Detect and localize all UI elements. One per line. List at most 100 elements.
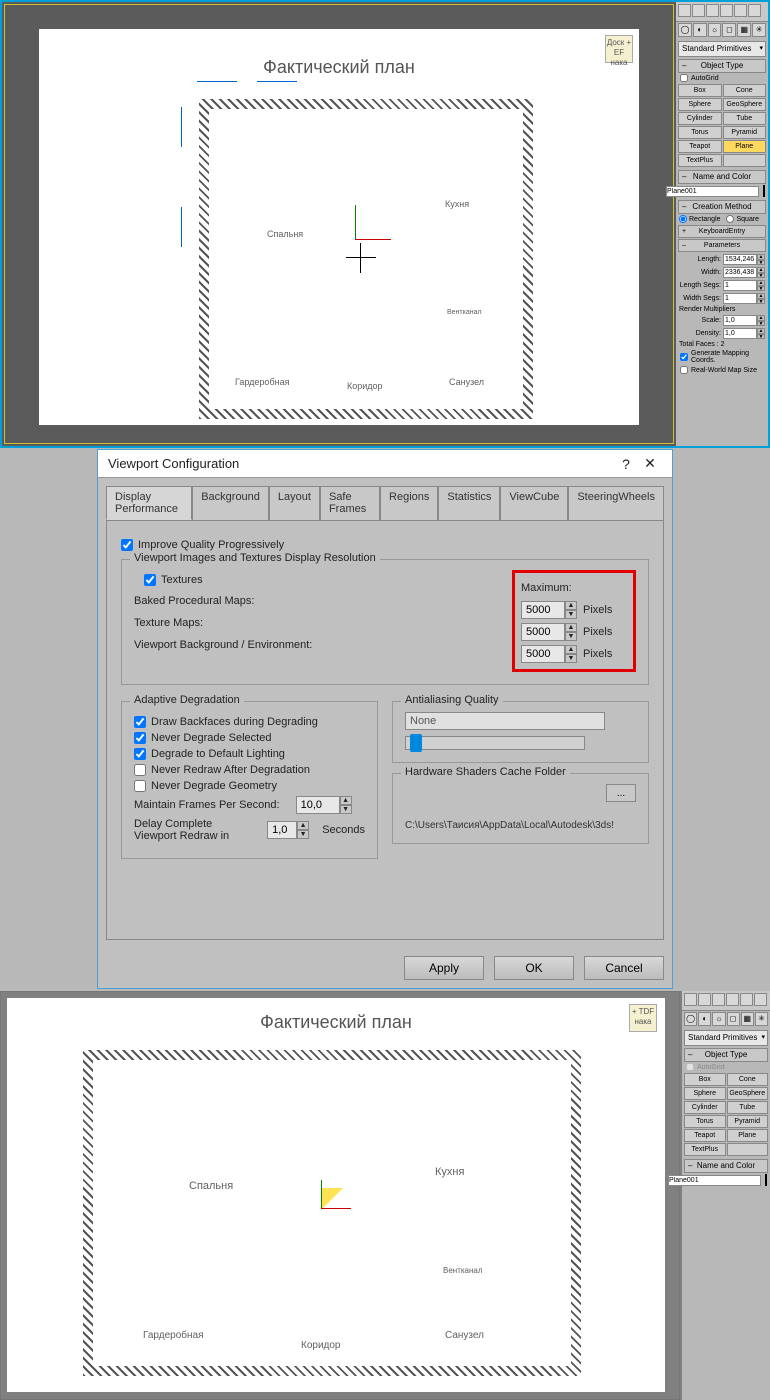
obj-btn-sphere[interactable]: Sphere xyxy=(678,98,722,111)
spinner-down-icon[interactable]: ▼ xyxy=(757,299,765,305)
density-input[interactable] xyxy=(723,328,757,339)
spinner-down-icon[interactable]: ▼ xyxy=(565,654,577,663)
tool-icon[interactable] xyxy=(712,993,725,1006)
width-segs-input[interactable] xyxy=(723,293,757,304)
spinner-up-icon[interactable]: ▲ xyxy=(565,601,577,610)
obj-btn-textplus[interactable]: TextPlus xyxy=(684,1143,726,1156)
obj-btn-geosphere[interactable]: GeoSphere xyxy=(727,1087,769,1100)
obj-btn-torus[interactable]: Torus xyxy=(684,1115,726,1128)
spacewarps-icon[interactable]: ✳ xyxy=(755,1012,768,1026)
shapes-icon[interactable]: ◐ xyxy=(698,1012,711,1026)
obj-btn-geosphere[interactable]: GeoSphere xyxy=(723,98,767,111)
tab-background[interactable]: Background xyxy=(192,486,269,520)
color-swatch[interactable] xyxy=(765,1174,767,1186)
obj-btn-plane[interactable]: Plane xyxy=(727,1129,769,1142)
never-redraw-checkbox[interactable] xyxy=(134,764,146,776)
spinner-up-icon[interactable]: ▲ xyxy=(565,645,577,654)
object-name-input[interactable] xyxy=(666,186,759,197)
cameras-icon[interactable]: ◻ xyxy=(727,1012,740,1026)
realworld-checkbox[interactable] xyxy=(680,366,688,374)
color-swatch[interactable] xyxy=(763,185,765,197)
viewport-frame[interactable]: Фактический план Спальня Кухня Гардеробн… xyxy=(4,4,674,444)
scale-input[interactable] xyxy=(723,315,757,326)
primitive-set-dropdown[interactable]: Standard Primitives xyxy=(684,1030,768,1046)
object-type-header[interactable]: Object Type xyxy=(678,59,766,73)
baked-input[interactable] xyxy=(521,601,565,619)
slider-thumb-icon[interactable] xyxy=(410,734,422,752)
object-name-input[interactable] xyxy=(668,1175,761,1186)
help-button[interactable]: ? xyxy=(614,456,638,472)
spinner-down-icon[interactable]: ▼ xyxy=(297,830,309,839)
tool-icon[interactable] xyxy=(692,4,705,17)
tab-display-performance[interactable]: Display Performance xyxy=(106,486,192,520)
tab-regions[interactable]: Regions xyxy=(380,486,438,520)
radio-square[interactable] xyxy=(726,215,734,223)
cancel-button[interactable]: Cancel xyxy=(584,956,664,980)
ok-button[interactable]: OK xyxy=(494,956,574,980)
tab-steeringwheels[interactable]: SteeringWheels xyxy=(568,486,664,520)
degrade-default-checkbox[interactable] xyxy=(134,748,146,760)
tool-icon[interactable] xyxy=(706,4,719,17)
spacewarps-icon[interactable]: ✳ xyxy=(752,23,766,37)
spinner-down-icon[interactable]: ▼ xyxy=(565,610,577,619)
never-degrade-geo-checkbox[interactable] xyxy=(134,780,146,792)
spinner-down-icon[interactable]: ▼ xyxy=(757,334,765,340)
obj-btn-pyramid[interactable]: Pyramid xyxy=(727,1115,769,1128)
aa-slider[interactable] xyxy=(405,736,585,750)
tab-layout[interactable]: Layout xyxy=(269,486,320,520)
name-color-header[interactable]: Name and Color xyxy=(684,1159,768,1173)
delay-input[interactable] xyxy=(267,821,297,839)
length-segs-input[interactable] xyxy=(723,280,757,291)
geometry-icon[interactable]: ◯ xyxy=(684,1012,697,1026)
obj-btn-tube[interactable]: Tube xyxy=(723,112,767,125)
spinner-up-icon[interactable]: ▲ xyxy=(340,796,352,805)
viewport-frame[interactable]: etric ] [ Edged Faces ] Фактический план… xyxy=(0,991,680,1400)
object-type-header[interactable]: Object Type xyxy=(684,1048,768,1062)
obj-btn-sphere[interactable]: Sphere xyxy=(684,1087,726,1100)
close-button[interactable]: ✕ xyxy=(638,455,662,472)
primitive-set-dropdown[interactable]: Standard Primitives xyxy=(678,41,766,57)
never-degrade-sel-checkbox[interactable] xyxy=(134,732,146,744)
gen-mapping-checkbox[interactable] xyxy=(680,353,688,361)
spinner-down-icon[interactable]: ▼ xyxy=(757,260,765,266)
obj-btn-cone[interactable]: Cone xyxy=(723,84,767,97)
obj-btn-cylinder[interactable]: Cylinder xyxy=(678,112,722,125)
dialog-titlebar[interactable]: Viewport Configuration ? ✕ xyxy=(98,450,672,478)
spinner-down-icon[interactable]: ▼ xyxy=(757,273,765,279)
shapes-icon[interactable]: ◐ xyxy=(693,23,707,37)
obj-btn-cone[interactable]: Cone xyxy=(727,1073,769,1086)
spinner-up-icon[interactable]: ▲ xyxy=(297,821,309,830)
spinner-up-icon[interactable]: ▲ xyxy=(565,623,577,632)
helpers-icon[interactable]: ▦ xyxy=(741,1012,754,1026)
browse-button[interactable]: ... xyxy=(606,784,636,802)
obj-btn-box[interactable]: Box xyxy=(678,84,722,97)
name-color-header[interactable]: Name and Color xyxy=(678,170,766,184)
helpers-icon[interactable]: ▦ xyxy=(737,23,751,37)
obj-btn-cylinder[interactable]: Cylinder xyxy=(684,1101,726,1114)
obj-btn-teapot[interactable]: Teapot xyxy=(684,1129,726,1142)
tab-viewcube[interactable]: ViewCube xyxy=(500,486,568,520)
spinner-down-icon[interactable]: ▼ xyxy=(565,632,577,641)
obj-btn-plane[interactable]: Plane xyxy=(723,140,767,153)
creation-method-header[interactable]: Creation Method xyxy=(678,200,766,214)
tool-icon[interactable] xyxy=(720,4,733,17)
tool-icon[interactable] xyxy=(748,4,761,17)
tool-icon[interactable] xyxy=(740,993,753,1006)
tool-icon[interactable] xyxy=(726,993,739,1006)
keyboard-entry-rollout[interactable]: KeyboardEntry xyxy=(678,225,766,238)
tool-icon[interactable] xyxy=(684,993,697,1006)
tab-safe-frames[interactable]: Safe Frames xyxy=(320,486,380,520)
tab-statistics[interactable]: Statistics xyxy=(438,486,500,520)
obj-btn-textplus[interactable]: TextPlus xyxy=(678,154,722,167)
length-input[interactable] xyxy=(723,254,757,265)
tool-icon[interactable] xyxy=(698,993,711,1006)
fps-input[interactable] xyxy=(296,796,340,814)
tool-icon[interactable] xyxy=(754,993,767,1006)
lights-icon[interactable]: ☼ xyxy=(712,1012,725,1026)
parameters-rollout[interactable]: Parameters xyxy=(678,239,766,252)
cameras-icon[interactable]: ◻ xyxy=(722,23,736,37)
obj-btn-tube[interactable]: Tube xyxy=(727,1101,769,1114)
texmaps-input[interactable] xyxy=(521,623,565,641)
improve-quality-checkbox[interactable] xyxy=(121,539,133,551)
geometry-icon[interactable]: ◯ xyxy=(678,23,692,37)
